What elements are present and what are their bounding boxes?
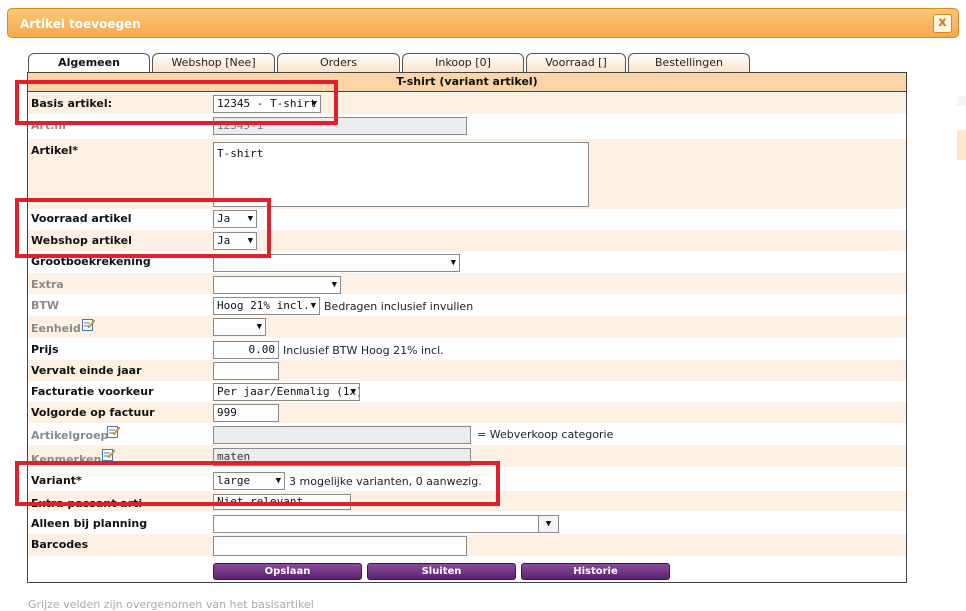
- chevron-down-icon: ▼: [350, 387, 356, 397]
- tab-bestellingen[interactable]: Bestellingen: [628, 53, 750, 73]
- artikel-label: Artikel*: [31, 144, 78, 157]
- row-eenheid: [28, 316, 906, 338]
- row-barcodes: [28, 534, 906, 556]
- facturatie-label: Facturatie voorkeur: [31, 385, 154, 398]
- btw-help: Bedragen inclusief invullen: [324, 300, 474, 313]
- highlight-variant: [15, 461, 500, 506]
- chevron-down-icon[interactable]: ▼: [538, 516, 558, 532]
- btw-label: BTW: [31, 299, 60, 312]
- tab-voorraad[interactable]: Voorraad []: [526, 53, 626, 73]
- prijs-field[interactable]: 0.00: [213, 341, 279, 359]
- chevron-down-icon: ▼: [256, 322, 262, 332]
- footnote: Grijze velden zijn overgenomen van het b…: [28, 598, 314, 611]
- highlight-basis-artikel: [15, 80, 338, 125]
- extra-select[interactable]: ▼: [213, 276, 341, 294]
- tab-orders[interactable]: Orders: [277, 53, 400, 73]
- chevron-down-icon: ▼: [331, 280, 337, 290]
- tab-algemeen[interactable]: Algemeen: [28, 53, 150, 74]
- planning-label: Alleen bij planning: [31, 517, 148, 530]
- artikelgroep-field[interactable]: [213, 426, 471, 444]
- page-edge: [957, 130, 966, 160]
- volgorde-label: Volgorde op factuur: [31, 406, 155, 419]
- save-button[interactable]: Opslaan: [213, 563, 362, 580]
- prijs-label: Prijs: [31, 343, 59, 356]
- eenheid-select[interactable]: ▼: [213, 318, 266, 336]
- dialog-titlebar: Artikel toevoegen x: [7, 8, 959, 38]
- tab-webshop[interactable]: Webshop [Nee]: [152, 53, 275, 73]
- vervalt-field[interactable]: [213, 362, 279, 380]
- facturatie-select[interactable]: Per jaar/Eenmalig (1x) ▼: [213, 383, 360, 401]
- barcodes-field[interactable]: [213, 536, 467, 556]
- edit-icon[interactable]: [102, 448, 115, 461]
- dialog-title: Artikel toevoegen: [20, 17, 141, 31]
- chevron-down-icon: ▼: [310, 301, 316, 311]
- close-icon[interactable]: x: [933, 14, 952, 33]
- row-extra: [28, 273, 906, 294]
- barcodes-label: Barcodes: [31, 538, 89, 551]
- edit-icon[interactable]: [82, 318, 95, 331]
- eenheid-label: Eenheid: [31, 322, 81, 335]
- planning-select[interactable]: ▼: [213, 515, 559, 533]
- btw-value: Hoog 21% incl.: [217, 299, 310, 312]
- volgorde-field[interactable]: 999: [213, 404, 279, 422]
- highlight-voorraad-webshop: [15, 198, 271, 258]
- artikelgroep-label: Artikelgroep: [31, 429, 109, 442]
- row-volgorde: [28, 402, 906, 423]
- vervalt-label: Vervalt einde jaar: [31, 364, 142, 377]
- close-button[interactable]: Sluiten: [367, 563, 516, 580]
- history-button[interactable]: Historie: [521, 563, 670, 580]
- artikelgroep-help: = Webverkoop categorie: [477, 428, 614, 441]
- btw-select[interactable]: Hoog 21% incl. ▼: [213, 297, 320, 315]
- page-edge: [957, 96, 966, 106]
- prijs-help: Inclusief BTW Hoog 21% incl.: [283, 344, 444, 357]
- row-vervalt: [28, 360, 906, 381]
- edit-icon[interactable]: [107, 425, 120, 438]
- extra-label: Extra: [31, 278, 64, 291]
- chevron-down-icon: ▼: [450, 258, 456, 268]
- tab-inkoop[interactable]: Inkoop [0]: [402, 53, 524, 73]
- facturatie-value: Per jaar/Eenmalig (1x): [217, 385, 360, 398]
